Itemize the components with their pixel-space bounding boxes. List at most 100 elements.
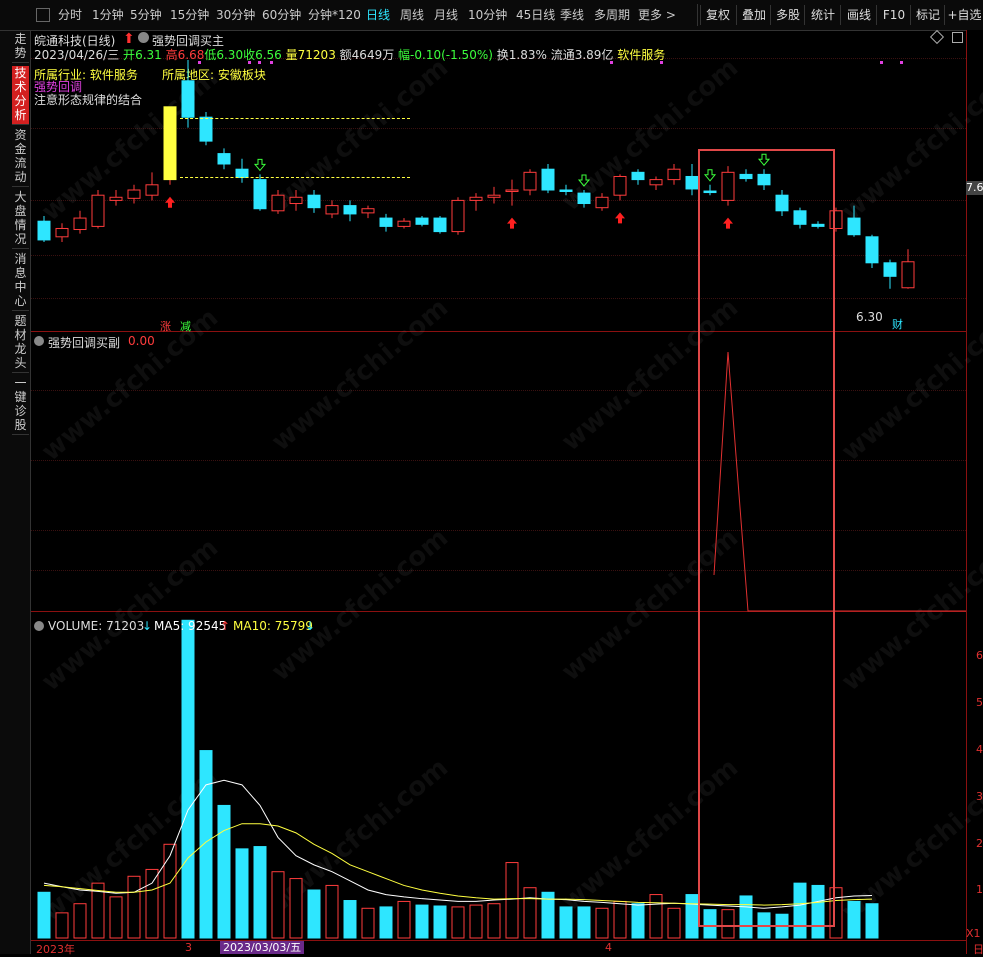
highlight-box [698,149,835,927]
candle-body [217,153,231,165]
candle-body [109,196,123,201]
x-axis-label-month4: 4 [605,941,612,954]
sell-arrow-icon [253,158,267,172]
candle-body [847,217,861,236]
volume-bar [289,878,303,939]
candle-body [199,116,213,142]
candle-body [469,196,483,201]
volume-bar [487,903,501,939]
cai-label: 财 [892,318,903,331]
candle-body [451,199,465,233]
sub-indicator-name: 强势回调买副 [48,336,121,350]
candle-body [343,205,357,215]
volume-bar [667,907,681,939]
volume-bar [577,906,591,939]
candle-body [415,217,429,225]
candle-body [271,194,285,212]
candle-body [55,227,69,238]
buy-arrow-icon [165,196,175,208]
volume-bar [451,906,465,939]
price-axis-label: 7.6 [966,181,983,195]
ma5-label: MA5: 92545 [154,619,227,633]
volume-ytick: 6 [976,649,983,662]
volume-bar [865,903,879,939]
low-price-label: 6.30 [856,310,883,324]
candle-body [37,220,51,241]
candle-body [253,179,267,210]
buy-arrow-icon [507,217,517,229]
x-axis-label-year: 2023年 [36,943,75,956]
volume-bar [73,903,87,939]
volume-bar [433,905,447,939]
x-axis-label-month3: 3 [185,941,192,954]
candle-body [883,262,897,277]
x-axis-label-ri: 日 [973,943,983,956]
volume-bar [595,907,609,939]
candle-body [361,208,375,214]
candle-body [613,175,627,196]
volume-bar [235,848,249,939]
volume-bar [505,862,519,939]
volume-bar [199,750,213,939]
signal-dot [270,61,273,64]
candle-body [433,217,447,233]
volume-ytick: 2 [976,837,983,850]
volume-bar [145,868,159,939]
volume-bar [163,843,177,939]
volume-ytick: 4 [976,743,983,756]
volume-bar [127,875,141,939]
volume-bar [847,900,861,939]
volume-bar [181,619,195,939]
signal-dot [660,61,663,64]
volume-bar [307,889,321,939]
signal-dot [258,61,261,64]
volume-bar [217,804,231,939]
date-badge: 2023/03/03/五 [220,941,305,954]
volume-bar [253,846,267,939]
candle-body [667,168,681,181]
jian-label: 减 [180,320,191,333]
signal-dot [198,61,201,64]
volume-ytick: 1 [976,883,983,896]
candle-body [307,194,321,209]
volume-bar [361,907,375,939]
volume-bar [469,904,483,939]
volume-bar [271,871,285,939]
volume-bar [649,894,663,939]
signal-dots [198,61,903,64]
candle-body [379,217,393,227]
sub-panel-dropdown-icon[interactable] [34,336,44,346]
ma10-down-arrow-icon: ↓ [305,619,316,633]
volume-bar [343,900,357,939]
candle-body [289,196,303,205]
signal-dot [610,61,613,64]
volume-bar [523,887,537,939]
volume-ytick: 3 [976,790,983,803]
candle-body [163,106,177,181]
x-axis-label-x1: X1 [966,927,981,940]
volume-bar [415,904,429,939]
volume-bar [55,912,69,939]
volume-bar [631,903,645,939]
candle-body [631,171,645,181]
candle-body [127,189,141,199]
volume-bar [379,906,393,939]
candle-body [595,196,609,209]
candle-body [865,236,879,264]
volume-bar [613,900,627,939]
volume-bar [109,896,123,939]
support-line [180,177,410,178]
ma5-up-arrow-icon: ↑ [220,619,231,633]
candle-body [397,220,411,227]
zhang-label: 涨 [160,320,171,333]
buy-arrow-icon [615,212,625,224]
candle-body [73,217,87,231]
candle-body [559,189,573,192]
ma10-label: MA10: 75799 [233,619,313,633]
sub-indicator-value: 0.00 [128,334,155,348]
volume-dropdown-icon[interactable] [34,621,44,631]
volume-bar [685,894,699,939]
volume-bar [37,891,51,939]
signal-dot [900,61,903,64]
chart-svg [37,60,966,939]
